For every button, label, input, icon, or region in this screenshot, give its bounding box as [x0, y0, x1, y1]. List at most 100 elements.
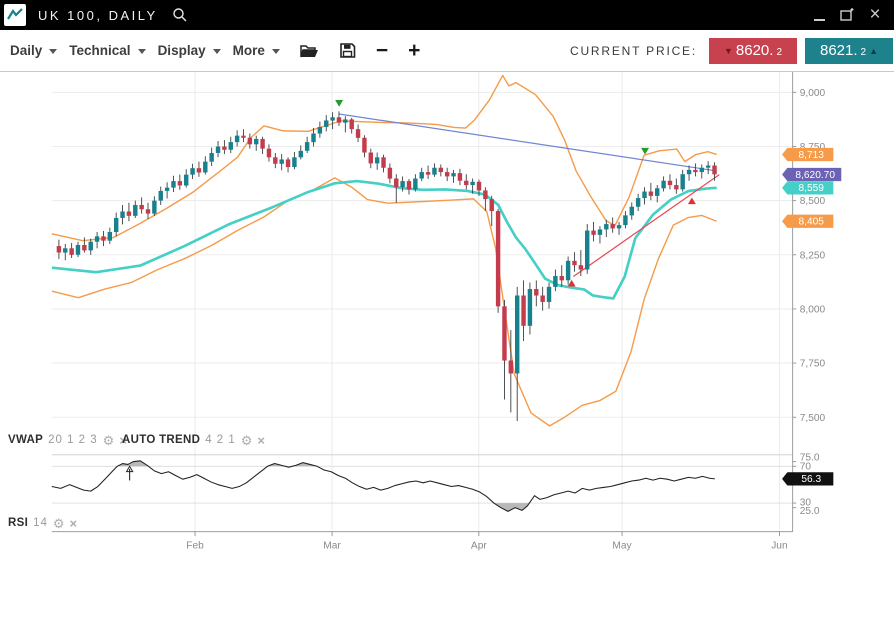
- candlesticks: [57, 111, 717, 421]
- buy-price-frac: 2: [861, 47, 867, 58]
- save-chart-button[interactable]: [339, 42, 356, 59]
- auto-trend-legend-name: AUTO TREND: [122, 434, 200, 446]
- candle: [311, 134, 315, 143]
- candle: [693, 170, 697, 172]
- search-icon[interactable]: [172, 7, 188, 23]
- bollinger-lower-band: [52, 178, 717, 426]
- candle: [337, 117, 341, 122]
- month-axis-label: Jun: [771, 541, 787, 552]
- display-menu[interactable]: Display: [158, 43, 221, 58]
- auto-trend-legend-params: 4 2 1: [205, 434, 236, 446]
- vwap-settings-gear-icon[interactable]: ⚙: [103, 435, 115, 446]
- candle: [610, 224, 614, 228]
- candle: [394, 179, 398, 188]
- candle: [159, 191, 163, 201]
- candle: [655, 188, 659, 196]
- close-button[interactable]: ×: [866, 6, 884, 24]
- price-chart[interactable]: 9,0008,7508,5008,2508,0007,7507,500FebMa…: [0, 72, 894, 621]
- candle: [57, 246, 61, 252]
- candle: [521, 295, 525, 325]
- candle: [680, 174, 684, 189]
- axes: 9,0008,7508,5008,2508,0007,7507,500FebMa…: [52, 72, 826, 552]
- sell-price-main: 8620.: [736, 42, 774, 59]
- candle: [69, 248, 73, 255]
- arrow-up-icon: ▲: [869, 46, 878, 56]
- candle: [534, 289, 538, 295]
- sell-price-frac: 2: [776, 47, 782, 58]
- sell-price-button[interactable]: ▼ 8620.2: [709, 38, 797, 64]
- candle: [630, 207, 634, 216]
- arrow-down-icon: ▼: [724, 46, 733, 56]
- auto-trend-remove-icon[interactable]: ×: [257, 435, 265, 446]
- candle: [668, 181, 672, 185]
- candle: [286, 159, 290, 167]
- candle: [407, 181, 411, 189]
- candle: [197, 168, 201, 172]
- candle: [235, 136, 239, 142]
- candle: [547, 287, 551, 302]
- indicator-tag-value: 8,713: [799, 150, 825, 161]
- display-menu-label: Display: [158, 43, 206, 58]
- candle: [528, 289, 532, 326]
- candle: [209, 153, 213, 162]
- candle: [585, 231, 589, 270]
- month-axis-label: Feb: [186, 541, 204, 552]
- candle: [674, 185, 678, 189]
- candle: [413, 179, 417, 190]
- more-menu[interactable]: More: [233, 43, 280, 58]
- candle: [642, 192, 646, 199]
- candle: [445, 172, 449, 176]
- candle: [483, 190, 487, 199]
- candle: [566, 261, 570, 280]
- candle: [139, 205, 143, 209]
- month-axis-label: May: [612, 541, 632, 552]
- auto-trendline-red[interactable]: [573, 175, 719, 277]
- buy-price-button[interactable]: 8621.2 ▲: [805, 38, 893, 64]
- popout-window-button[interactable]: [838, 6, 856, 24]
- candle: [114, 218, 118, 232]
- candle: [63, 248, 67, 252]
- auto-trend-legend: AUTO TREND 4 2 1 ⚙ ×: [122, 434, 265, 446]
- auto-trend-settings-gear-icon[interactable]: ⚙: [241, 435, 253, 446]
- candle: [89, 242, 93, 251]
- chevron-down-icon: [49, 49, 57, 54]
- chevron-down-icon: [138, 49, 146, 54]
- candle: [273, 157, 277, 163]
- open-in-new-window-icon: [839, 7, 855, 23]
- rsi-legend-name: RSI: [8, 517, 28, 529]
- candle: [617, 225, 621, 228]
- candle: [477, 182, 481, 191]
- month-axis-label: Apr: [471, 541, 487, 552]
- rsi-extreme-fill: [494, 503, 530, 511]
- candle: [318, 127, 322, 134]
- candle: [388, 168, 392, 179]
- current-price-panel: CURRENT PRICE: ▼ 8620.2 8621.2 ▲: [570, 38, 894, 64]
- candle: [165, 188, 169, 191]
- technical-menu[interactable]: Technical: [69, 43, 145, 58]
- candle: [540, 295, 544, 301]
- indicator-tag-value: 8,405: [799, 217, 825, 228]
- timeframe-menu[interactable]: Daily: [10, 43, 57, 58]
- candle: [222, 147, 226, 150]
- candle: [267, 149, 271, 158]
- rsi-legend: RSI 14 ⚙ ×: [8, 517, 77, 529]
- rsi-remove-icon[interactable]: ×: [70, 518, 78, 529]
- candle: [324, 120, 328, 126]
- candle: [661, 181, 665, 189]
- chart-line-logo-icon: [6, 6, 24, 24]
- zoom-out-button[interactable]: −: [376, 41, 388, 61]
- candle: [279, 159, 283, 163]
- zoom-in-button[interactable]: +: [408, 41, 420, 61]
- auto-trendline-blue[interactable]: [339, 114, 716, 171]
- rsi-settings-gear-icon[interactable]: ⚙: [53, 518, 65, 529]
- candle: [343, 119, 347, 122]
- candle: [598, 229, 602, 234]
- minimize-button[interactable]: [810, 6, 828, 24]
- candle: [649, 192, 653, 196]
- candle: [171, 181, 175, 188]
- open-chart-button[interactable]: [300, 43, 319, 59]
- timeframe-menu-label: Daily: [10, 43, 42, 58]
- candle: [178, 181, 182, 185]
- candle: [458, 173, 462, 181]
- gridlines: [52, 72, 793, 532]
